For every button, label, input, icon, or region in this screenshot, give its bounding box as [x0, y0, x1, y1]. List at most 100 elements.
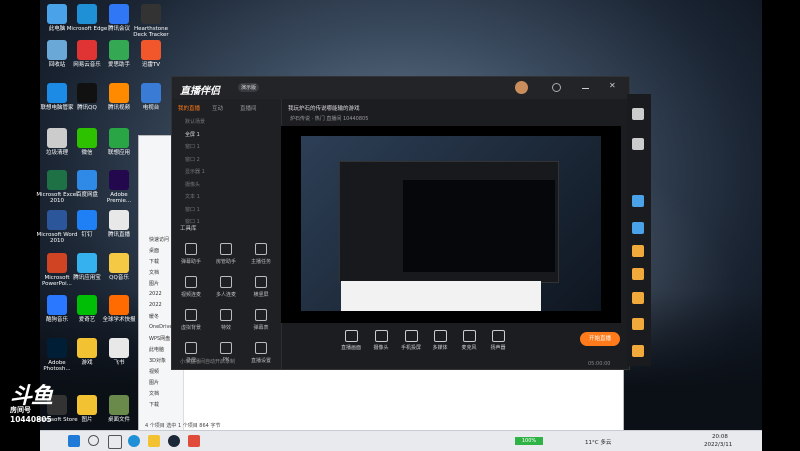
scene-item[interactable]: 窗口 1 — [185, 206, 200, 213]
tool-icon — [185, 342, 197, 354]
app-icon — [109, 338, 129, 358]
explorer-nav-item[interactable]: 2022 — [149, 291, 162, 297]
scene-item[interactable]: 摄像头 — [185, 181, 200, 188]
desktop-icon[interactable]: 腾讯直播 — [98, 210, 140, 238]
tool-button[interactable]: 房管助手 — [210, 243, 242, 265]
room-info: 炉石传说 · 热门 直播间 10440805 — [290, 116, 369, 122]
tool-label: 多人连麦 — [215, 292, 236, 298]
minimize-icon[interactable] — [582, 88, 589, 89]
sidebar-icon[interactable] — [632, 292, 644, 304]
sidebar-icon[interactable] — [632, 222, 644, 234]
explorer-nav-item[interactable]: 下载 — [149, 401, 159, 408]
close-icon[interactable]: ✕ — [609, 81, 616, 90]
explorer-nav-item[interactable]: 视频 — [149, 368, 159, 375]
sidebar-icon[interactable] — [632, 138, 644, 150]
tool-button[interactable]: 直播设置 — [245, 342, 277, 364]
sidebar-icon[interactable] — [632, 345, 644, 357]
explorer-nav-item[interactable]: 文档 — [149, 390, 159, 397]
tool-button[interactable]: 横竖屏 — [245, 276, 277, 298]
explorer-nav-item[interactable]: OneDrive — [149, 324, 173, 330]
explorer-nav-item[interactable]: WPS网盘 — [149, 335, 170, 342]
tab-interact[interactable]: 互动 — [212, 104, 223, 112]
sidebar-icon[interactable] — [632, 318, 644, 330]
tool-button[interactable]: 视频连麦 — [175, 276, 207, 298]
desktop-icon-label: 飞书 — [113, 360, 125, 366]
tool-button[interactable]: 特效 — [210, 309, 242, 331]
tool-button[interactable]: 弹幕表 — [245, 309, 277, 331]
avatar[interactable] — [515, 81, 528, 94]
control-button[interactable]: 扬声器 — [481, 330, 515, 351]
control-button[interactable]: 直播画面 — [334, 330, 368, 351]
desktop-icon-label: 桌面文件 — [107, 417, 130, 423]
desktop-icon[interactable]: 电视台 — [130, 83, 172, 111]
desktop-icon-label: Adobe Premie... — [106, 192, 132, 204]
explorer-nav-item[interactable]: 图片 — [149, 280, 159, 287]
explorer-nav-item[interactable]: 3D对象 — [149, 357, 166, 364]
app-icon — [141, 4, 161, 24]
app-icon — [47, 40, 67, 60]
sidebar-icon[interactable] — [632, 108, 644, 120]
scene-item[interactable]: 窗口 2 — [185, 156, 200, 163]
explorer-nav-item[interactable]: 图片 — [149, 379, 159, 386]
scene-item[interactable]: 文本 1 — [185, 193, 200, 200]
sidebar-icon[interactable] — [632, 268, 644, 280]
edge-icon[interactable] — [128, 435, 140, 447]
app-icon — [77, 83, 97, 103]
tool-button[interactable]: 虚拟背景 — [175, 309, 207, 331]
desktop-icon-label: QQ音乐 — [109, 275, 129, 281]
explorer-nav-item[interactable]: 下载 — [149, 258, 159, 265]
sidebar-icon[interactable] — [632, 195, 644, 207]
control-icon — [404, 330, 418, 342]
tab-room[interactable]: 直播间 — [240, 104, 257, 112]
tool-label: 特效 — [220, 325, 231, 331]
scene-item[interactable]: 显示器 1 — [185, 168, 205, 175]
taskview-icon[interactable] — [108, 435, 122, 449]
scene-item[interactable]: 全屏 1 — [185, 131, 200, 138]
control-label: 扬声器 — [490, 345, 506, 351]
scene-item[interactable]: 默认场景 — [185, 118, 205, 125]
desktop-icon[interactable]: 飞书 — [98, 338, 140, 366]
app-icon — [109, 210, 129, 230]
control-label: 直播画面 — [340, 345, 361, 351]
explorer-nav-item[interactable]: 暖冬 — [149, 313, 159, 320]
app-icon — [47, 4, 67, 24]
sidebar-icon[interactable] — [632, 245, 644, 257]
desktop-icon[interactable]: QQ音乐 — [98, 253, 140, 281]
tool-icon — [220, 243, 232, 255]
start-live-button[interactable]: 开始直播 — [580, 332, 620, 346]
desktop-icon[interactable]: 联想应用 — [98, 128, 140, 156]
app-icon[interactable] — [188, 435, 200, 447]
desktop-icon[interactable]: 全球学术快报 — [98, 295, 140, 323]
desktop-icon[interactable]: 桌面文件 — [98, 395, 140, 423]
steam-icon[interactable] — [168, 435, 180, 447]
desktop-icon[interactable]: Hearthstone Deck Tracker — [130, 4, 172, 38]
explorer-nav-item[interactable]: 此电脑 — [149, 346, 164, 353]
tab-my-live[interactable]: 我的直播 — [178, 104, 200, 112]
tool-button[interactable]: 弹幕助手 — [175, 243, 207, 265]
app-icon — [77, 128, 97, 148]
desktop-icon[interactable]: Adobe Premie... — [98, 170, 140, 204]
tool-label: 横竖屏 — [253, 292, 269, 298]
start-icon[interactable] — [68, 435, 80, 447]
control-icon — [491, 330, 505, 342]
explorer-nav-item[interactable]: 桌面 — [149, 247, 159, 254]
scene-item[interactable]: 窗口 1 — [185, 143, 200, 150]
nested-explorer — [341, 281, 541, 311]
stream-title[interactable]: 我玩炉石的传说哪能输的游戏 — [288, 104, 360, 112]
app-icon — [77, 170, 97, 190]
app-icon — [109, 4, 129, 24]
explorer-nav-item[interactable]: 快速访问 — [149, 236, 169, 243]
tool-icon — [185, 309, 197, 321]
app-icon — [47, 83, 67, 103]
settings-icon[interactable] — [552, 83, 561, 92]
explorer-nav-item[interactable]: 文档 — [149, 269, 159, 276]
tool-button[interactable]: 多人连麦 — [210, 276, 242, 298]
explorer-nav-item[interactable]: 2022 — [149, 302, 162, 308]
desktop-icon[interactable]: 迅雷TV — [130, 40, 172, 68]
control-button[interactable]: 摄像头 — [364, 330, 398, 351]
explorer-icon[interactable] — [148, 435, 160, 447]
search-icon[interactable] — [88, 435, 99, 446]
tool-button[interactable]: 主播任务 — [245, 243, 277, 265]
app-icon — [109, 295, 129, 315]
app-icon — [47, 128, 67, 148]
